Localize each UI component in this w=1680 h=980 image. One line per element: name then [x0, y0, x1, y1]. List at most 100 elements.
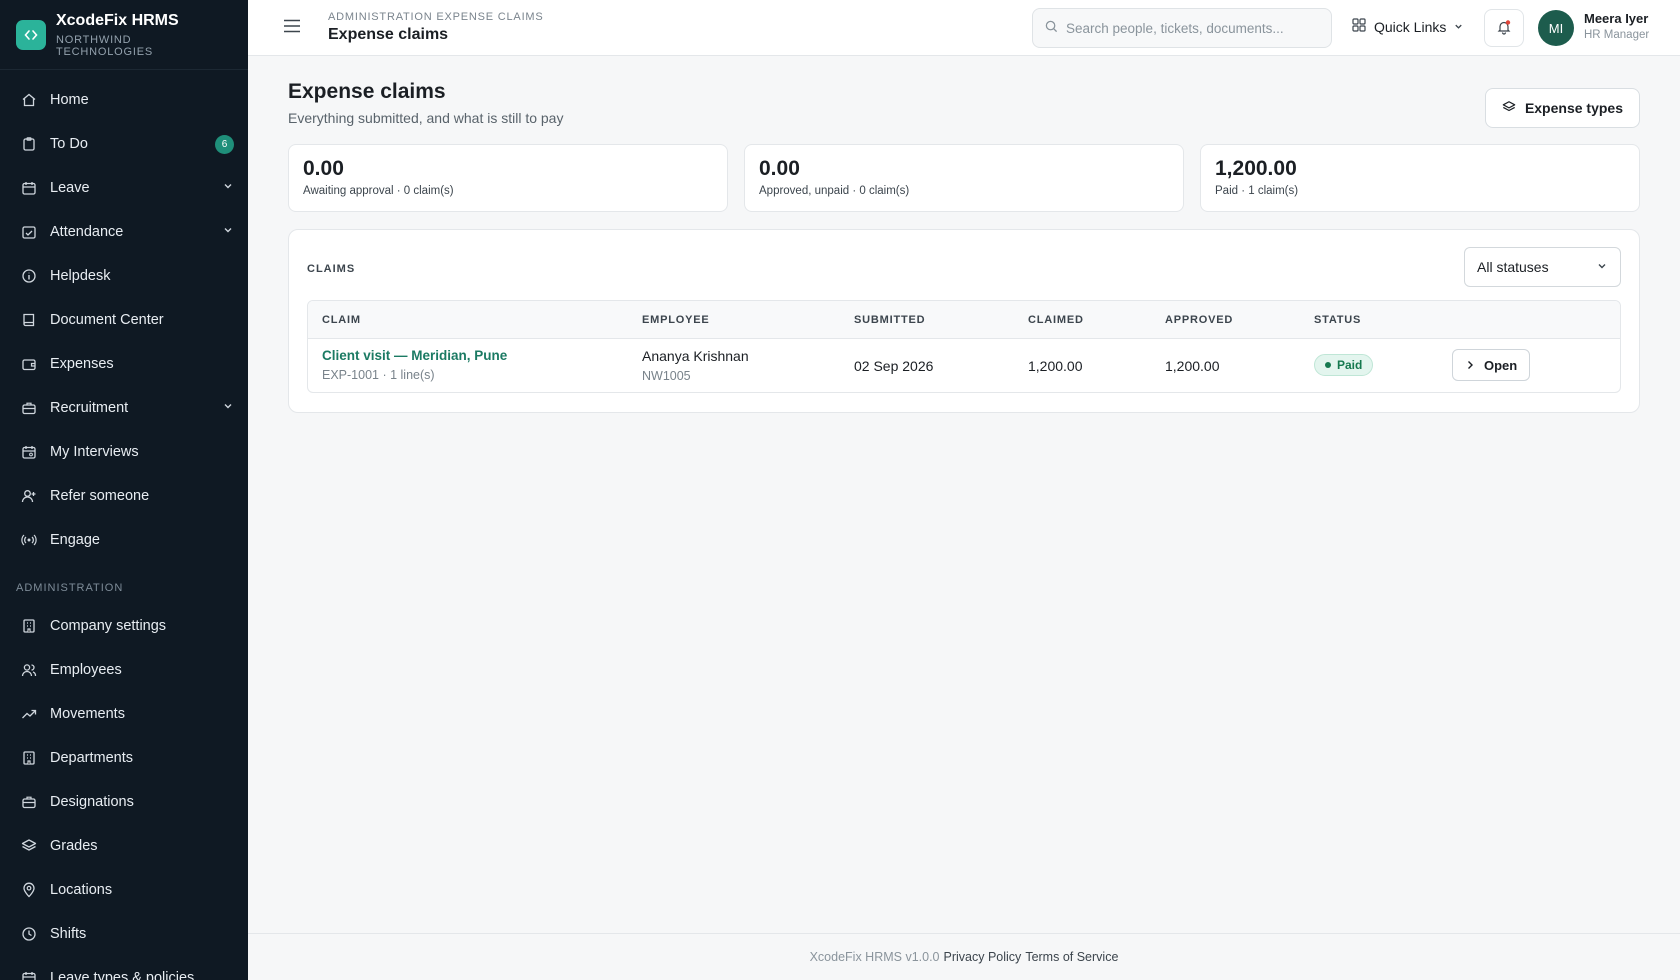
sidebar-item-label: My Interviews — [50, 444, 139, 460]
sidebar-item-attendance[interactable]: Attendance — [0, 210, 248, 254]
sidebar-item-company-settings[interactable]: Company settings — [0, 604, 248, 648]
submitted-date: 02 Sep 2026 — [854, 358, 934, 374]
main-nav: Home To Do 6 Leave Attendance Helpdesk D… — [0, 70, 248, 980]
sidebar-item-label: Company settings — [50, 618, 167, 634]
sidebar-item-todo[interactable]: To Do 6 — [0, 122, 248, 166]
stat-awaiting-approval: 0.00 Awaiting approval · 0 claim(s) — [288, 144, 728, 212]
sidebar-item-movements[interactable]: Movements — [0, 692, 248, 736]
quick-links-button[interactable]: Quick Links — [1352, 18, 1464, 35]
app-version: XcodeFix HRMS v1.0.0 — [809, 950, 940, 964]
sidebar-item-my-interviews[interactable]: My Interviews — [0, 430, 248, 474]
calendar-icon — [20, 179, 38, 197]
stat-label: Awaiting approval · 0 claim(s) — [303, 185, 454, 197]
sidebar-item-leave[interactable]: Leave — [0, 166, 248, 210]
search-input[interactable] — [1066, 20, 1306, 36]
sidebar-item-recruitment[interactable]: Recruitment — [0, 386, 248, 430]
sidebar-item-label: Employees — [50, 662, 122, 678]
sidebar-item-label: Leave — [50, 180, 90, 196]
layers-icon — [20, 837, 38, 855]
chevron-down-icon — [222, 224, 234, 240]
stat-label: Paid · 1 claim(s) — [1215, 185, 1299, 197]
admin-section-heading: ADMINISTRATION — [16, 582, 124, 594]
sidebar-item-leave-types-policies[interactable]: Leave types & policies — [0, 956, 248, 980]
briefcase-icon — [20, 793, 38, 811]
sidebar-item-helpdesk[interactable]: Helpdesk — [0, 254, 248, 298]
topbar: ADMINISTRATION EXPENSE CLAIMS Expense cl… — [248, 0, 1680, 56]
status-badge: Paid — [1314, 354, 1374, 376]
column-header-claimed: CLAIMED — [1028, 314, 1084, 326]
open-claim-button[interactable]: Open — [1452, 349, 1531, 381]
column-header-approved: APPROVED — [1165, 314, 1234, 326]
status-dot-icon — [1325, 362, 1331, 368]
search-icon — [1045, 20, 1058, 36]
sidebar-item-label: Attendance — [50, 224, 124, 240]
wallet-icon — [20, 355, 38, 373]
stat-value: 1,200.00 — [1215, 157, 1297, 180]
open-button-label: Open — [1484, 357, 1518, 373]
sidebar-item-label: Departments — [50, 750, 134, 766]
breadcrumb-path: ADMINISTRATION EXPENSE CLAIMS — [328, 11, 544, 23]
employee-name: Ananya Krishnan — [642, 348, 749, 364]
notifications-button[interactable] — [1484, 9, 1524, 47]
claims-card: CLAIMS All statuses CLAIM EMPLOYEE SUBMI… — [288, 229, 1640, 413]
user-role: HR Manager — [1584, 29, 1650, 41]
sidebar-item-refer-someone[interactable]: Refer someone — [0, 474, 248, 518]
expense-types-button[interactable]: Expense types — [1484, 88, 1640, 128]
menu-icon[interactable] — [283, 19, 303, 36]
building-icon — [20, 617, 38, 635]
sidebar-item-engage[interactable]: Engage — [0, 518, 248, 562]
user-plus-icon — [20, 487, 38, 505]
chevron-down-icon — [222, 180, 234, 196]
building-icon — [20, 749, 38, 767]
clipboard-icon — [20, 135, 38, 153]
claimed-amount: 1,200.00 — [1028, 358, 1083, 374]
main-content: Expense claims Everything submitted, and… — [248, 57, 1680, 934]
table-header: CLAIM EMPLOYEE SUBMITTED CLAIMED APPROVE… — [308, 301, 1620, 339]
claims-table: CLAIM EMPLOYEE SUBMITTED CLAIMED APPROVE… — [307, 300, 1621, 393]
brand-name: XcodeFix HRMS — [55, 11, 179, 29]
clock-icon — [20, 925, 38, 943]
company-name: NORTHWIND TECHNOLOGIES — [55, 33, 153, 58]
sidebar-item-employees[interactable]: Employees — [0, 648, 248, 692]
sidebar-item-expenses[interactable]: Expenses — [0, 342, 248, 386]
stat-approved-unpaid: 0.00 Approved, unpaid · 0 claim(s) — [744, 144, 1184, 212]
privacy-policy-link[interactable]: Privacy Policy — [944, 950, 1022, 964]
stats-row: 0.00 Awaiting approval · 0 claim(s) 0.00… — [288, 144, 1640, 212]
calendar-check-icon — [20, 223, 38, 241]
map-pin-icon — [20, 881, 38, 899]
code-logo-icon — [16, 19, 46, 50]
info-icon — [20, 267, 38, 285]
column-header-status: STATUS — [1314, 314, 1362, 326]
stat-value: 0.00 — [759, 157, 800, 180]
topbar-title: Expense claims — [328, 26, 449, 43]
status-filter-value: All statuses — [1477, 259, 1549, 275]
employee-id: NW1005 — [642, 369, 691, 383]
calendar-icon — [20, 969, 38, 980]
avatar[interactable]: MI — [1538, 10, 1574, 46]
column-header-employee: EMPLOYEE — [642, 314, 710, 326]
quick-links-label: Quick Links — [1374, 18, 1447, 35]
sidebar-item-label: Refer someone — [50, 488, 150, 504]
chevron-down-icon — [222, 400, 234, 416]
sidebar-item-locations[interactable]: Locations — [0, 868, 248, 912]
sidebar-item-shifts[interactable]: Shifts — [0, 912, 248, 956]
book-icon — [20, 311, 38, 329]
sidebar-item-label: Engage — [50, 532, 100, 548]
sidebar-item-departments[interactable]: Departments — [0, 736, 248, 780]
sidebar-item-label: Designations — [50, 794, 134, 810]
trend-icon — [20, 705, 38, 723]
sidebar-item-home[interactable]: Home — [0, 78, 248, 122]
terms-of-service-link[interactable]: Terms of Service — [1025, 950, 1118, 964]
status-filter-select[interactable]: All statuses — [1464, 247, 1621, 287]
table-row: Client visit — Meridian, Pune EXP-1001 ·… — [308, 339, 1620, 392]
briefcase-icon — [20, 399, 38, 417]
brand: XcodeFix HRMS NORTHWIND TECHNOLOGIES — [0, 0, 248, 70]
claim-title-link[interactable]: Client visit — Meridian, Pune — [322, 348, 507, 363]
sidebar-item-document-center[interactable]: Document Center — [0, 298, 248, 342]
grid-icon — [1352, 18, 1366, 35]
global-search[interactable] — [1032, 8, 1332, 48]
sidebar-item-label: Recruitment — [50, 400, 129, 416]
sidebar-item-grades[interactable]: Grades — [0, 824, 248, 868]
user-name[interactable]: Meera Iyer — [1584, 11, 1648, 26]
sidebar-item-designations[interactable]: Designations — [0, 780, 248, 824]
